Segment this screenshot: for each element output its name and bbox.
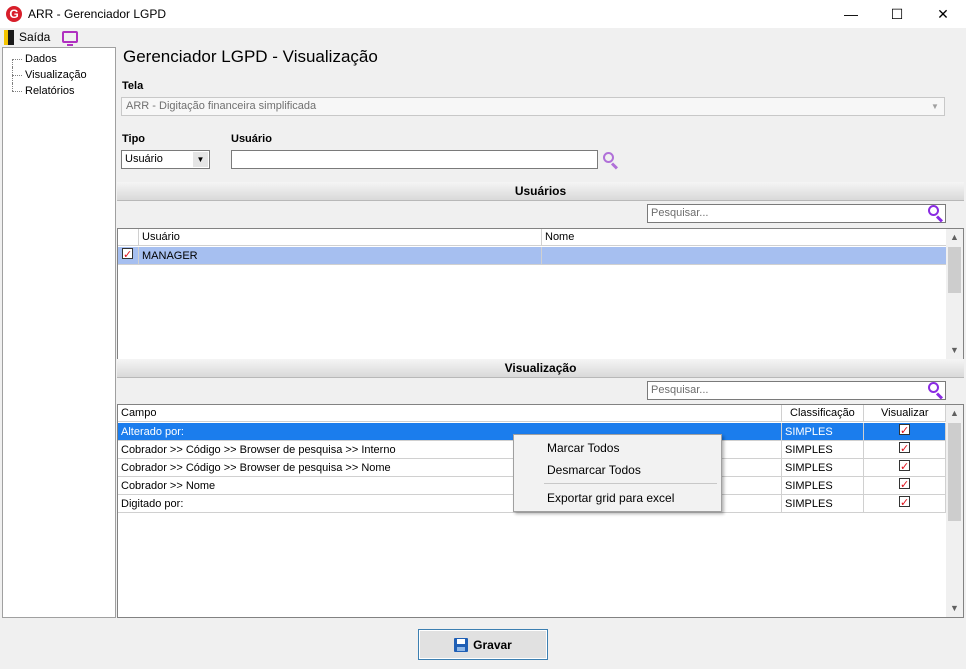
cell-classificacao: SIMPLES	[782, 441, 864, 459]
cell-nome	[542, 247, 947, 265]
search-icon[interactable]	[927, 204, 945, 223]
app-logo-icon: G	[6, 6, 22, 22]
screen-icon[interactable]	[62, 31, 79, 46]
column-header-visualizar[interactable]: Visualizar	[864, 405, 946, 422]
usuarios-scrollbar[interactable]: ▲ ▼	[946, 229, 963, 359]
scroll-thumb[interactable]	[948, 423, 961, 521]
save-button[interactable]: Gravar	[418, 629, 548, 660]
checkbox-icon[interactable]	[899, 423, 910, 440]
exit-icon[interactable]	[4, 29, 14, 45]
usuarios-search-input[interactable]: Pesquisar...	[647, 204, 946, 223]
menu-item-desmarcar-todos[interactable]: Desmarcar Todos	[547, 463, 641, 477]
usuarios-section-header: Usuários	[117, 182, 964, 201]
checkbox-icon[interactable]	[899, 477, 910, 494]
visualizacao-grid-header: Campo Classificação Visualizar	[118, 405, 946, 422]
tipo-label: Tipo	[122, 133, 146, 145]
usuarios-grid: Usuário Nome MANAGER ▲ ▼	[117, 228, 964, 360]
menu-item-exportar-excel[interactable]: Exportar grid para excel	[547, 491, 674, 505]
cell-classificacao: SIMPLES	[782, 495, 864, 513]
table-row[interactable]: MANAGER	[118, 247, 947, 265]
minimize-button[interactable]: —	[828, 0, 874, 28]
checkbox-icon[interactable]	[899, 459, 910, 476]
save-button-label: Gravar	[473, 637, 512, 652]
page-title: Gerenciador LGPD - Visualização	[123, 47, 378, 66]
maximize-button[interactable]: ☐	[874, 0, 920, 28]
visualizacao-scrollbar[interactable]: ▲ ▼	[946, 405, 963, 617]
cell-classificacao: SIMPLES	[782, 423, 864, 441]
usuarios-grid-header: Usuário Nome	[118, 229, 947, 246]
navigation-tree: Dados Visualização Relatórios	[2, 47, 116, 618]
chevron-down-icon[interactable]: ▼	[193, 152, 208, 167]
scroll-up-icon[interactable]: ▲	[946, 405, 963, 422]
context-menu: Marcar Todos Desmarcar Todos Exportar gr…	[513, 434, 722, 512]
save-disk-icon	[454, 637, 469, 652]
column-header-nome[interactable]: Nome	[542, 229, 947, 246]
column-header-usuario[interactable]: Usuário	[139, 229, 542, 246]
chevron-down-icon: ▼	[931, 102, 939, 111]
scroll-up-icon[interactable]: ▲	[946, 229, 963, 246]
usuario-label: Usuário	[231, 133, 272, 145]
toolbar: Saída	[0, 28, 966, 46]
scroll-down-icon[interactable]: ▼	[946, 600, 963, 617]
visualizacao-section-header: Visualização	[117, 359, 964, 378]
exit-button[interactable]: Saída	[19, 30, 50, 44]
column-header-campo[interactable]: Campo	[118, 405, 782, 422]
tipo-value: Usuário	[125, 153, 163, 165]
usuario-input[interactable]	[231, 150, 598, 169]
scroll-down-icon[interactable]: ▼	[946, 342, 963, 359]
tela-value: ARR - Digitação financeira simplificada	[126, 100, 317, 112]
window-title: ARR - Gerenciador LGPD	[28, 7, 167, 21]
close-button[interactable]: ✕	[920, 0, 966, 28]
tela-label: Tela	[122, 80, 144, 92]
tipo-select[interactable]: Usuário ▼	[121, 150, 210, 169]
checkbox-icon[interactable]	[899, 441, 910, 458]
cell-usuario: MANAGER	[139, 247, 542, 265]
menu-item-marcar-todos[interactable]: Marcar Todos	[547, 441, 619, 455]
column-header-classificacao[interactable]: Classificação	[782, 405, 864, 422]
visualizacao-search-input[interactable]: Pesquisar...	[647, 381, 946, 400]
menu-separator	[544, 483, 717, 484]
search-icon[interactable]	[602, 151, 620, 170]
tela-select: ARR - Digitação financeira simplificada …	[121, 97, 945, 116]
checkbox-column-header	[118, 229, 139, 246]
tree-item-visualizacao[interactable]: Visualização	[3, 67, 115, 83]
checkbox-icon[interactable]	[122, 247, 133, 264]
scroll-thumb[interactable]	[948, 247, 961, 293]
title-bar: G ARR - Gerenciador LGPD — ☐ ✕	[0, 0, 966, 28]
tree-item-relatorios[interactable]: Relatórios	[3, 83, 115, 99]
search-icon[interactable]	[927, 381, 945, 400]
tree-item-dados[interactable]: Dados	[3, 51, 115, 67]
checkbox-icon[interactable]	[899, 495, 910, 512]
cell-classificacao: SIMPLES	[782, 477, 864, 495]
cell-classificacao: SIMPLES	[782, 459, 864, 477]
